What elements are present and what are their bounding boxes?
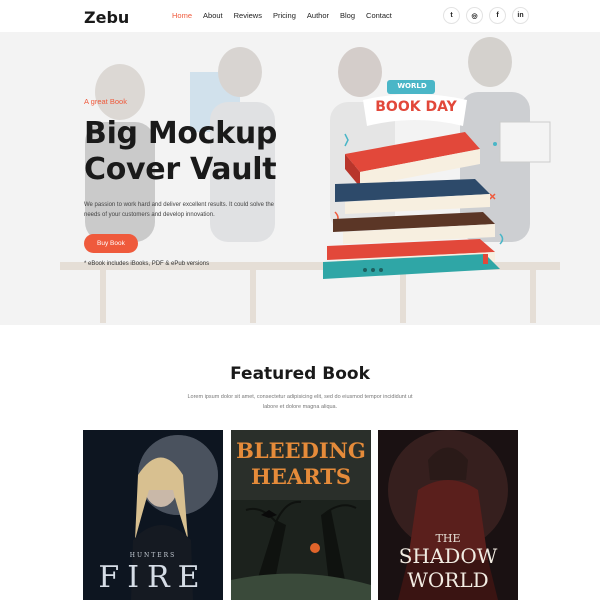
book-day-badge-main: BOOK DAY <box>375 99 457 115</box>
nav-blog-link[interactable]: Blog <box>340 11 355 20</box>
book-cover-bleeding-hearts[interactable]: BLEEDING HEARTS <box>231 430 371 600</box>
instagram-icon[interactable]: ◎ <box>466 7 483 24</box>
nav-about-link[interactable]: About <box>203 11 223 20</box>
nav-home-link[interactable]: Home <box>172 11 192 20</box>
cover-shadow-title-line2: WORLD <box>407 568 489 592</box>
featured-description: Lorem ipsum dolor sit amet, consectetur … <box>187 394 413 410</box>
cover-fire-title: FIRE <box>98 560 208 595</box>
book-day-badge-small: WORLD <box>397 82 427 90</box>
cover-shadow-title: SHADOW <box>398 544 498 568</box>
hero-title-line1: Big Mockup <box>84 116 278 151</box>
linkedin-icon[interactable]: in <box>512 7 529 24</box>
nav-contact-link[interactable]: Contact <box>366 11 392 20</box>
brand-logo[interactable]: Zebu <box>84 8 129 27</box>
cover-bleeding-title-line2: HEARTS <box>250 464 352 489</box>
top-navbar: Zebu Home About Reviews Pricing Author B… <box>0 0 600 32</box>
twitter-icon[interactable]: t <box>443 7 460 24</box>
book-cover-shadow-world[interactable]: THE SHADOW WORLD <box>378 430 518 600</box>
social-links: t ◎ f in <box>443 7 529 24</box>
facebook-icon[interactable]: f <box>489 7 506 24</box>
book-cover-fire[interactable]: HUNTERS FIRE <box>83 430 223 600</box>
cover-fire-subtitle: HUNTERS <box>129 552 177 559</box>
nav-reviews-link[interactable]: Reviews <box>234 11 262 20</box>
cover-bleeding-title-line1: BLEEDING <box>236 438 366 463</box>
hero-content: A great Book Big Mockup Cover Vault We p… <box>84 97 324 267</box>
main-menu: Home About Reviews Pricing Author Blog C… <box>172 11 403 20</box>
buy-book-button[interactable]: Buy Book <box>84 234 138 253</box>
hero-title-line2: Cover Vault <box>84 152 277 187</box>
hero-note: * eBook includes iBooks, PDF & ePub vers… <box>84 261 210 267</box>
hero-kicker: A great Book <box>84 97 127 106</box>
nav-pricing-link[interactable]: Pricing <box>273 11 296 20</box>
featured-title: Featured Book <box>230 364 370 384</box>
hero-section: WORLD BOOK DAY A great Book Big Mockup C… <box>0 32 600 325</box>
nav-author-link[interactable]: Author <box>307 11 329 20</box>
hero-description: We passion to work hard and deliver exce… <box>84 202 274 218</box>
hero-title: Big Mockup Cover Vault <box>84 116 324 188</box>
